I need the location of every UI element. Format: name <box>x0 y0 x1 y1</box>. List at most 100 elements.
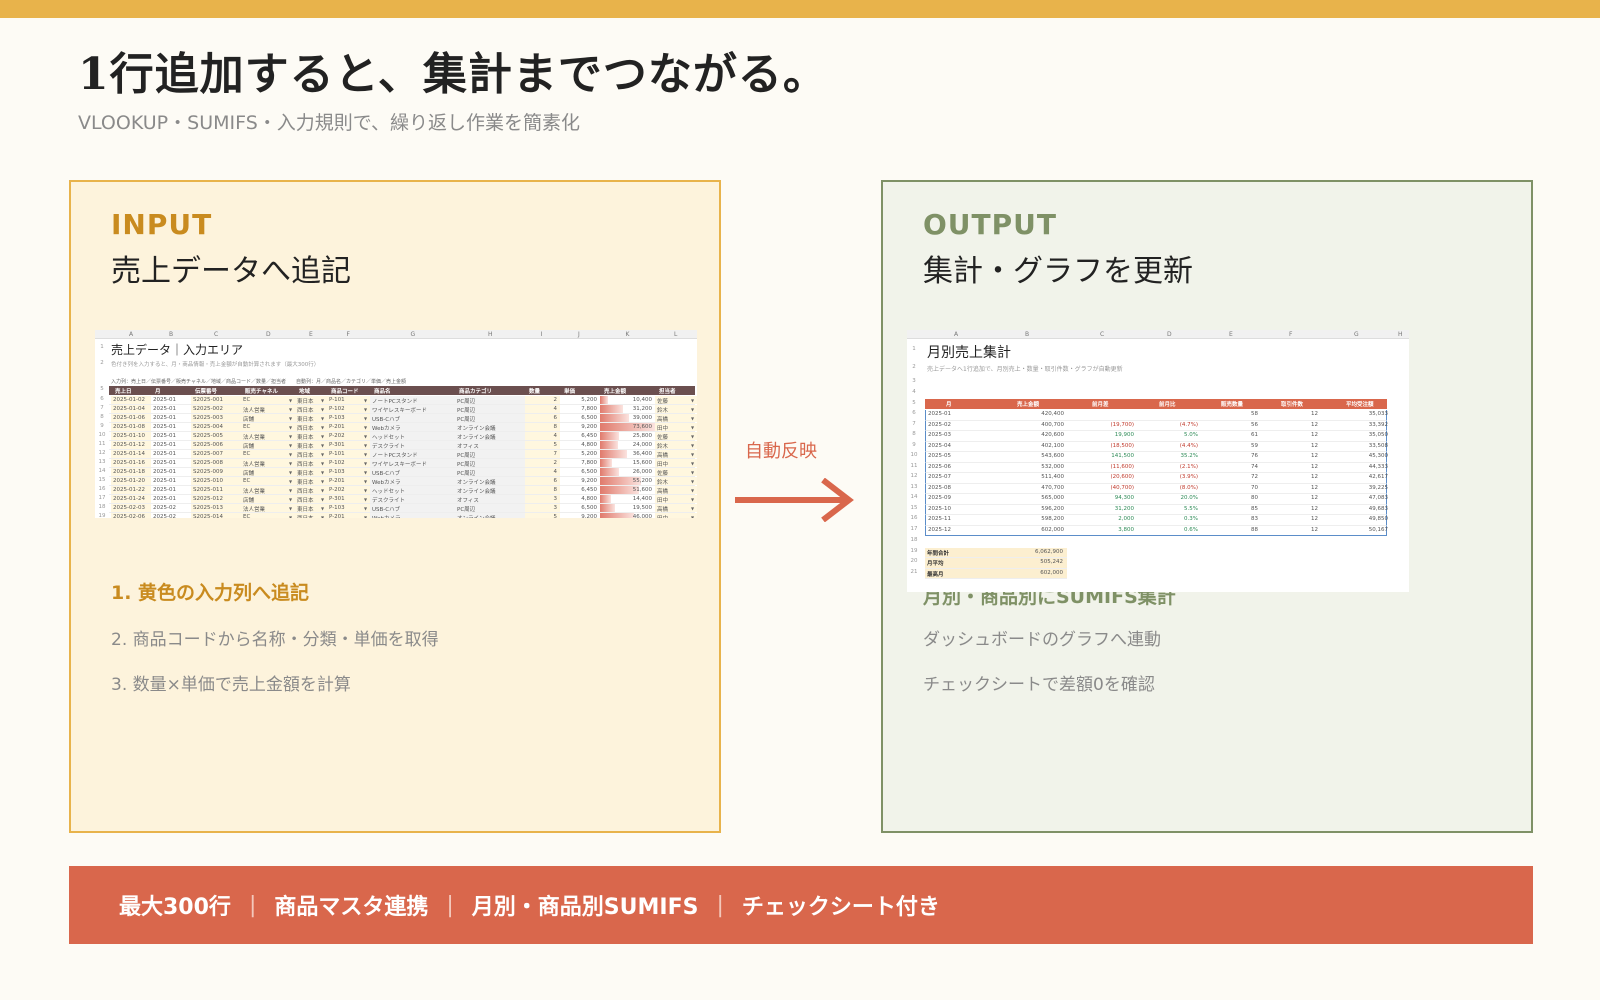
table-cell: 598,200 <box>1041 516 1064 522</box>
row-number: 5 <box>912 400 916 406</box>
table-cell: 4 <box>553 469 558 475</box>
dropdown-icon: ▼ <box>321 416 325 421</box>
sheet-title: 月別売上集計 <box>927 345 1011 361</box>
table-cell: EC <box>243 478 251 484</box>
dropdown-icon: ▼ <box>289 425 293 430</box>
table-cell: (3.9%) <box>1179 474 1198 480</box>
table-cell: PC周辺 <box>457 462 476 468</box>
table-cell: 83 <box>1251 516 1258 522</box>
row-number: 3 <box>912 378 916 384</box>
table-cell: 45,300 <box>1368 453 1388 459</box>
table-cell: 50,167 <box>1368 526 1388 533</box>
row-number: 19 <box>910 547 918 554</box>
column-letter: G <box>1354 331 1359 338</box>
table-row: 2025-04 402,100 (18,500) (4.4%) 59 12 33,508 <box>925 441 1388 452</box>
row-number: 9 <box>912 441 916 448</box>
table-cell: 511,400 <box>1041 474 1064 480</box>
table-cell: 46,000 <box>632 514 652 518</box>
table-cell: 9,200 <box>581 514 597 518</box>
row-number: 18 <box>98 504 106 510</box>
table-cell: P-202 <box>329 433 345 439</box>
row-number: 14 <box>98 468 106 474</box>
table-cell: 602,000 <box>1041 526 1064 533</box>
table-cell: 12 <box>1311 421 1318 428</box>
table-cell: 55,200 <box>632 478 652 484</box>
row-number: 13 <box>98 459 106 465</box>
sheet-note: 売上データへ1行追加で、月別売上・数量・取引件数・グラフが自動更新 <box>927 366 1123 373</box>
row-number: 5 <box>100 386 104 392</box>
table-cell: USB-Cハブ <box>372 507 401 513</box>
output-step-2: ダッシュボードのグラフへ連動 <box>923 630 1161 650</box>
table-row: 2025-02-06 2025-02 S2025-014 EC 西日本 P-201 Webカ… <box>109 513 697 518</box>
table-cell: 6,500 <box>581 469 597 475</box>
table-cell: 2025-01-02 <box>113 397 145 403</box>
dropdown-icon: ▼ <box>289 488 293 493</box>
table-cell: デスクライト <box>372 444 406 450</box>
table-cell: 420,400 <box>1041 411 1064 417</box>
row-number: 13 <box>910 483 918 490</box>
column-letter: K <box>625 331 630 338</box>
header-cell: 商品コード <box>331 389 359 395</box>
table-cell: 6 <box>553 415 558 421</box>
feature-sumifs: 月別・商品別SUMIFS <box>471 895 699 920</box>
table-cell: 42,617 <box>1368 474 1388 480</box>
table-cell: 12 <box>1311 505 1318 512</box>
feature-separator: | <box>248 892 257 918</box>
dropdown-icon: ▼ <box>364 407 368 412</box>
table-cell: 5,200 <box>581 451 597 457</box>
input-step-3: 3. 数量×単価で売上金額を計算 <box>111 675 351 695</box>
table-cell: 10,400 <box>632 397 652 403</box>
table-cell: 6,450 <box>581 433 597 439</box>
row-number: 9 <box>100 423 104 429</box>
table-cell: 2025-01-22 <box>113 487 145 493</box>
table-cell: P-301 <box>329 442 345 448</box>
table-cell: EC <box>243 424 251 430</box>
table-cell: 26,000 <box>632 469 652 475</box>
table-cell: 9,200 <box>581 478 597 484</box>
table-row: 2025-01-24 2025-01 S2025-012 店舗 西日本 P-301 デスクラ… <box>109 495 697 504</box>
table-cell: 2025-02 <box>153 505 176 511</box>
table-row: 2025-09 565,000 94,300 20.0% 80 12 47,083 <box>925 494 1388 505</box>
row-number: 12 <box>910 473 918 479</box>
table-cell: 田中 <box>657 426 669 432</box>
dropdown-icon: ▼ <box>321 425 325 430</box>
header-cell: 売上金額 <box>604 389 627 395</box>
table-cell: 14,400 <box>632 496 652 502</box>
column-letter: J <box>578 331 580 338</box>
dropdown-icon: ▼ <box>364 425 368 430</box>
table-cell: Webカメラ <box>372 480 401 486</box>
table-row: 2025-02-03 2025-02 S2025-013 法人営業 東日本 P-103 US… <box>109 504 697 513</box>
table-cell: 12 <box>1311 484 1318 491</box>
table-cell: 12 <box>1311 411 1318 417</box>
table-cell: ノートPCスタンド <box>372 399 418 405</box>
table-cell: 25,800 <box>632 433 652 439</box>
table-cell: 470,700 <box>1041 484 1064 491</box>
feature-separator: | <box>716 892 724 918</box>
table-cell: 2025-01 <box>153 496 176 502</box>
table-cell: 24,000 <box>632 442 652 448</box>
dropdown-icon: ▼ <box>691 434 695 439</box>
table-cell: 2025-01 <box>153 442 176 448</box>
table-cell: 49,683 <box>1368 505 1388 512</box>
table-cell: 5,200 <box>581 397 597 403</box>
column-header-row: A B C D E F G H <box>907 330 1409 339</box>
table-cell: 2025-02 <box>928 421 951 428</box>
table-cell: 12 <box>1311 442 1318 449</box>
table-cell: 56 <box>1251 421 1258 428</box>
table-cell: 12 <box>1311 432 1318 438</box>
header-cell: 地域 <box>299 389 311 395</box>
table-cell: 2025-01-16 <box>113 460 145 466</box>
table-cell: PC周辺 <box>457 399 476 405</box>
header-cell: 平均受注額 <box>1346 402 1374 408</box>
table-cell: S2025-013 <box>193 505 223 511</box>
row-number: 2 <box>100 360 104 366</box>
table-cell: (8.0%) <box>1179 484 1198 491</box>
column-letter: E <box>309 331 313 338</box>
column-letter: B <box>1025 331 1030 338</box>
table-cell: 2025-10 <box>928 505 951 512</box>
input-step-1: 1. 黄色の入力列へ追記 <box>111 582 310 604</box>
dropdown-icon: ▼ <box>289 416 293 421</box>
table-cell: 2025-01 <box>153 433 176 439</box>
table-cell: 2025-01 <box>928 411 951 417</box>
dropdown-icon: ▼ <box>364 497 368 502</box>
